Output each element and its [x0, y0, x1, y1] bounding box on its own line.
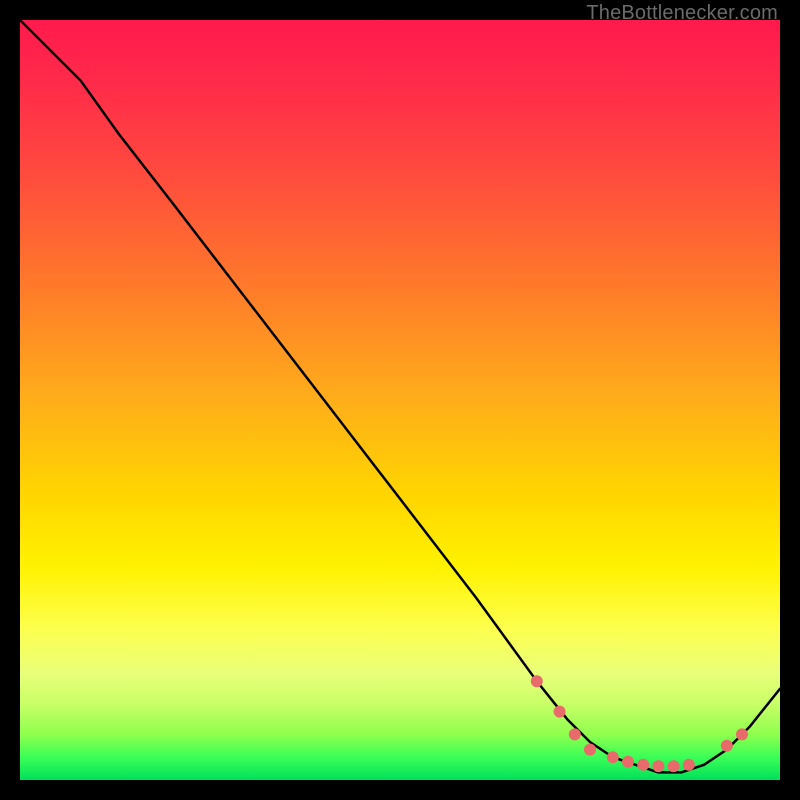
marker-dot: [569, 728, 581, 740]
marker-dot: [668, 760, 680, 772]
chart-frame: TheBottlenecker.com: [0, 0, 800, 800]
marker-dot: [721, 740, 733, 752]
marker-dot: [637, 759, 649, 771]
marker-dot: [683, 759, 695, 771]
bottleneck-curve: [20, 20, 780, 772]
marker-dot: [622, 756, 634, 768]
marker-dot: [584, 744, 596, 756]
marker-dot: [736, 728, 748, 740]
marker-dot: [607, 751, 619, 763]
marker-dot: [652, 760, 664, 772]
plot-area: [20, 20, 780, 780]
marker-dot: [531, 675, 543, 687]
chart-overlay: [20, 20, 780, 780]
marker-dot: [554, 706, 566, 718]
